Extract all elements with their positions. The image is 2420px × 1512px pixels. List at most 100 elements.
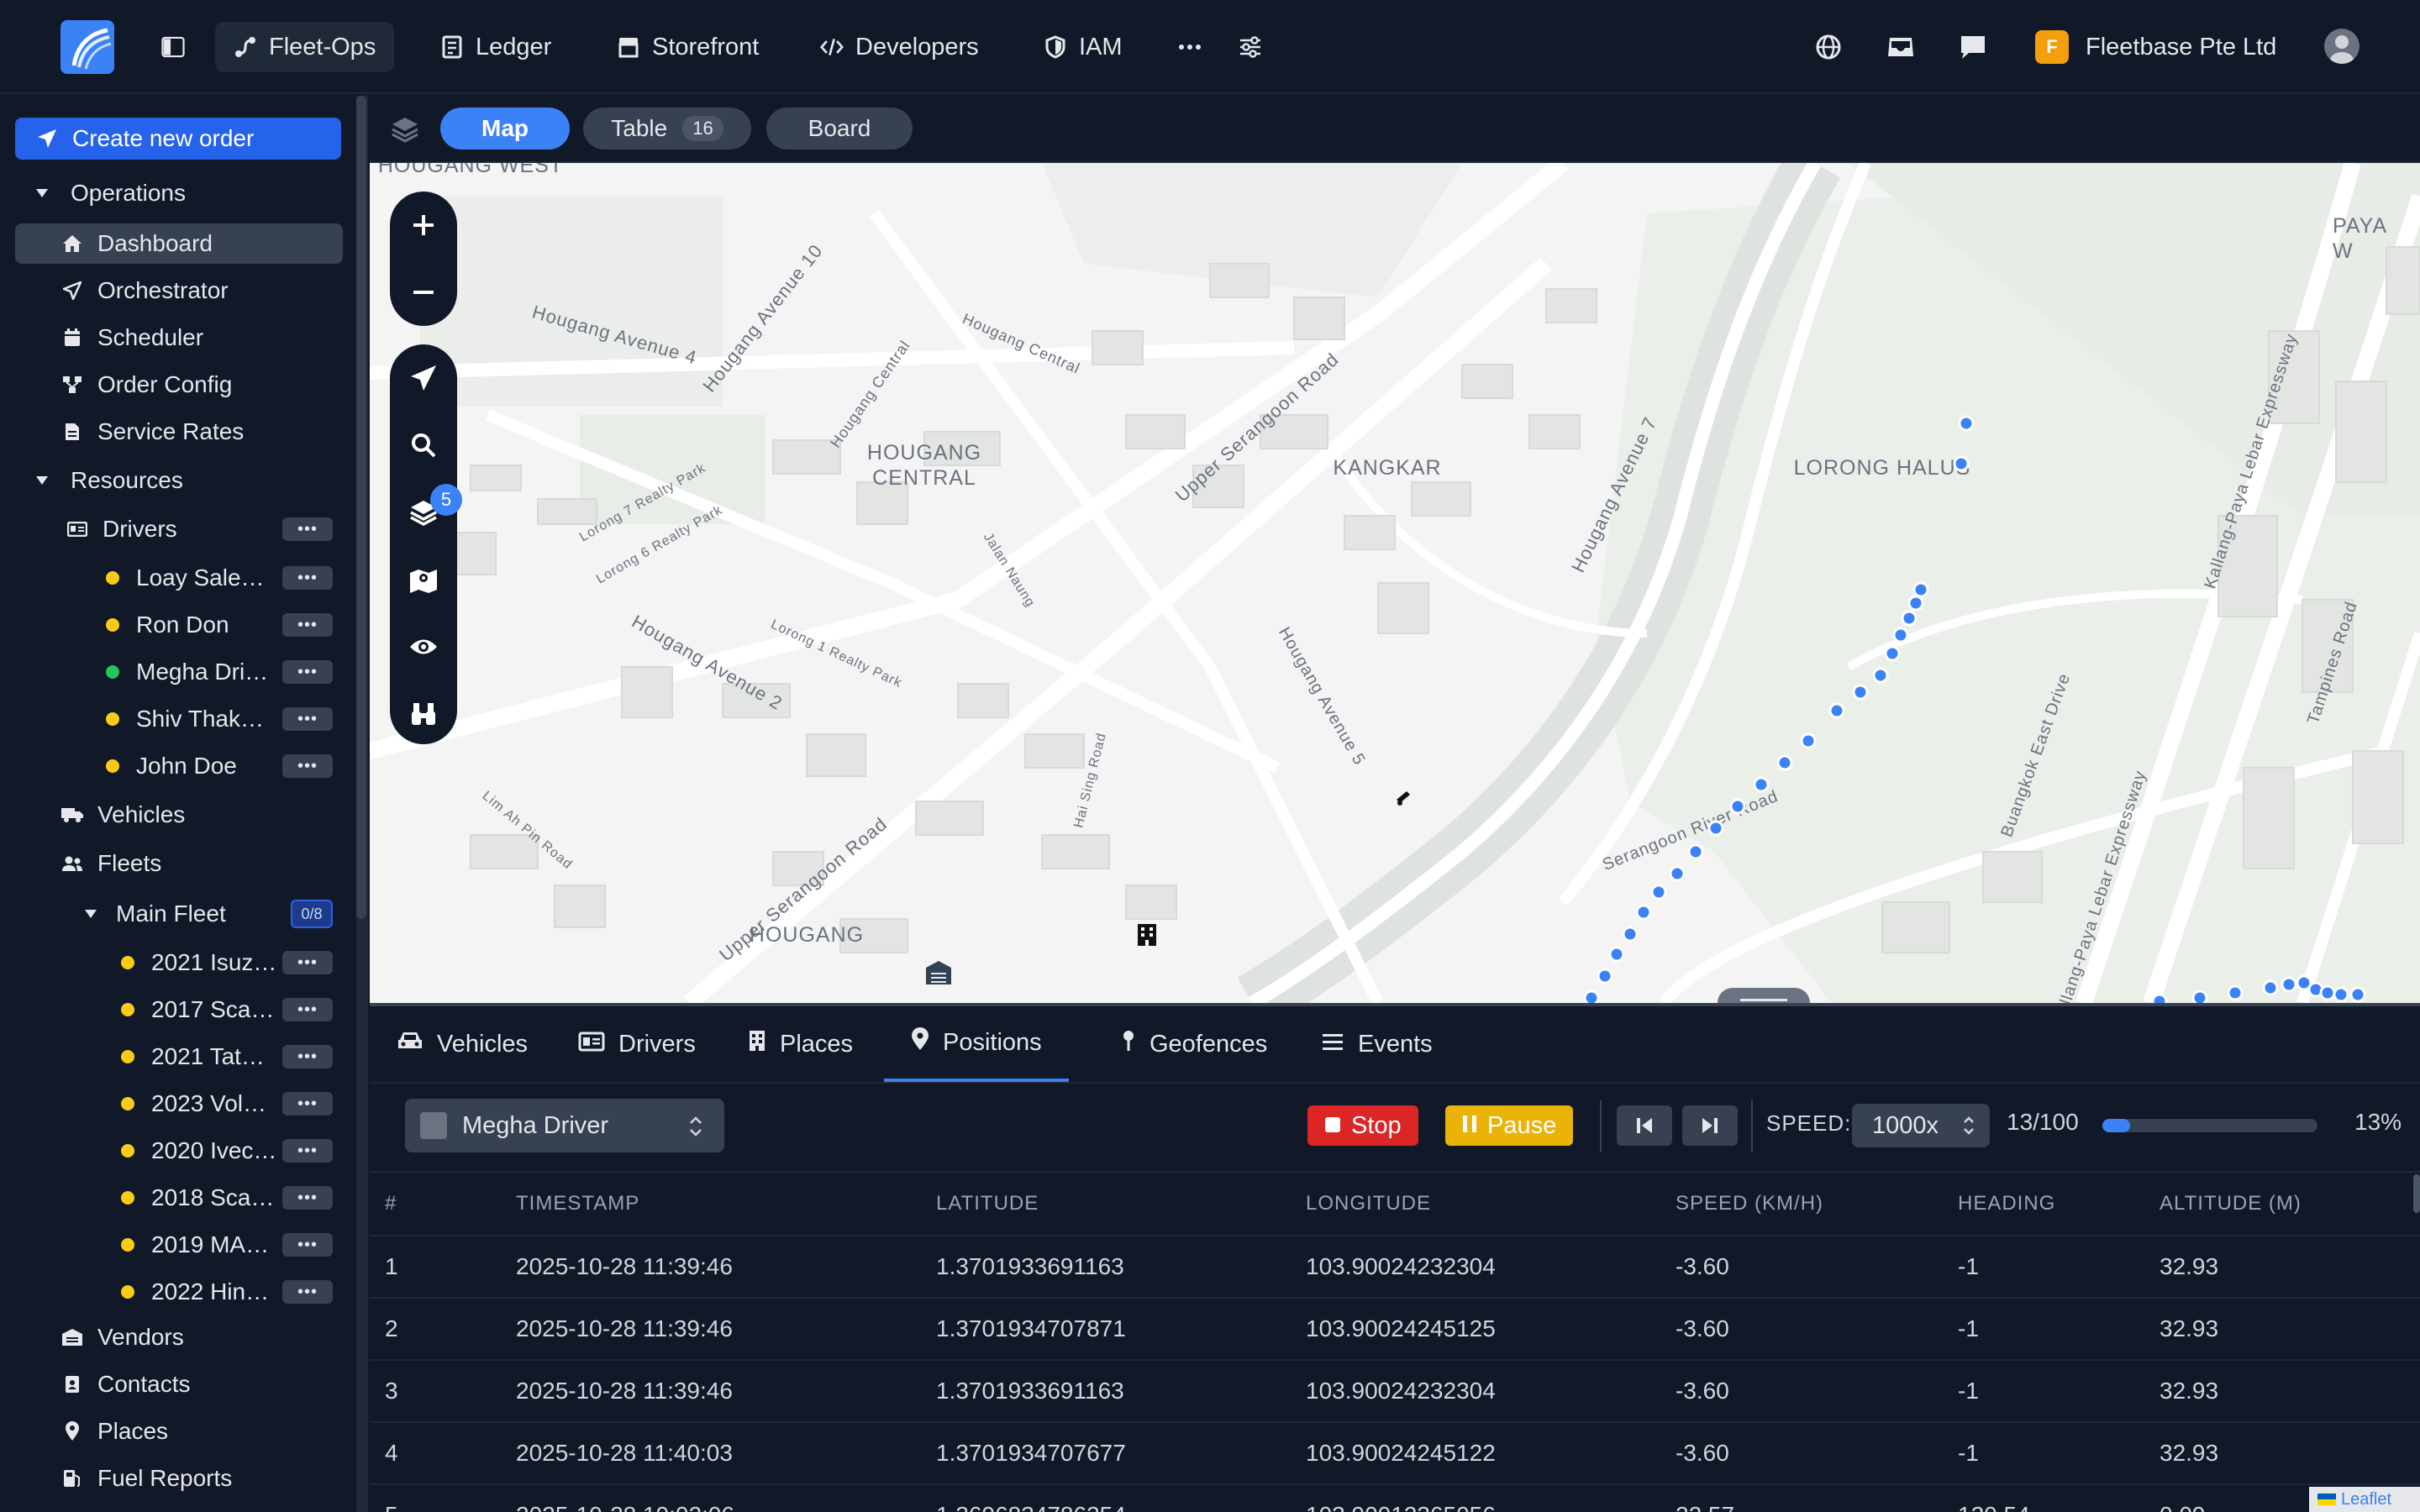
chat-icon[interactable] (1956, 30, 1990, 64)
user-avatar[interactable] (2324, 29, 2360, 64)
tab-positions[interactable]: Positions (884, 1006, 1069, 1082)
map-geofence-button[interactable] (390, 546, 457, 613)
vehicle-more-button[interactable]: ••• (282, 1045, 333, 1068)
section-operations[interactable]: Operations (15, 173, 343, 213)
table-row[interactable]: 2 2025-10-28 11:39:46 1.3701934707871 103.9… (370, 1298, 2420, 1361)
sidebar-item-vehicles[interactable]: Vehicles (15, 795, 343, 835)
driver-more-button[interactable]: ••• (282, 754, 333, 778)
position-point[interactable] (2227, 984, 2244, 1001)
position-point[interactable] (2151, 993, 2168, 1003)
layers-icon[interactable] (390, 114, 420, 144)
driver-more-button[interactable]: ••• (282, 707, 333, 731)
position-point[interactable] (2262, 979, 2279, 996)
nav-customize-button[interactable] (1228, 22, 1272, 72)
position-point[interactable] (1753, 776, 1770, 793)
speed-select[interactable]: 1000x (1852, 1104, 1990, 1147)
sidebar-scrollbar-thumb[interactable] (356, 96, 366, 919)
sidebar-item-driver[interactable]: Megha Dri… ••• (15, 652, 343, 692)
column-header[interactable]: LONGITUDE (1291, 1171, 1660, 1236)
sidebar-item-contacts[interactable]: Contacts (15, 1364, 343, 1404)
sidebar-item-fleet-vehicle[interactable]: 2018 Sca… ••• (15, 1178, 343, 1218)
position-point[interactable] (1958, 415, 1975, 432)
table-row[interactable]: 52025-10-28 19:02:061.3696834786354103.9… (370, 1484, 2420, 1512)
sidebar-item-fleet-vehicle[interactable]: 2019 MA… ••• (15, 1225, 343, 1265)
stop-button[interactable]: Stop (1307, 1105, 1418, 1146)
sidebar-item-fleet-vehicle[interactable]: 2017 Sca… ••• (15, 990, 343, 1030)
sidebar-item-drivers[interactable]: Drivers ••• (15, 509, 343, 549)
table-row[interactable]: 4 2025-10-28 11:40:03 1.3701934707677 103.9… (370, 1422, 2420, 1485)
vehicle-more-button[interactable]: ••• (282, 1280, 333, 1304)
position-point[interactable] (1729, 798, 1746, 815)
step-forward-button[interactable] (1682, 1105, 1738, 1146)
tab-places[interactable]: Places (721, 1006, 880, 1082)
column-header[interactable]: TIMESTAMP (501, 1171, 921, 1236)
pause-button[interactable]: Pause (1445, 1105, 1574, 1146)
driver-more-button[interactable]: ••• (282, 566, 333, 590)
org-avatar[interactable]: F (2035, 30, 2069, 64)
sidebar-toggle-button[interactable] (151, 22, 195, 72)
sidebar-item-dashboard[interactable]: Dashboard (15, 223, 343, 264)
zoom-out-button[interactable] (390, 259, 457, 326)
sidebar-item-driver[interactable]: Loay Sale… ••• (15, 558, 343, 598)
position-point[interactable] (1828, 702, 1845, 719)
table-row[interactable]: 3 2025-10-28 11:39:46 1.3701933691163 103.9… (370, 1360, 2420, 1423)
tab-events[interactable]: Events (1294, 1006, 1460, 1082)
nav-iam[interactable]: IAM (1025, 22, 1141, 72)
position-point[interactable] (1635, 904, 1652, 921)
column-header[interactable]: SPEED (KM/H) (1660, 1171, 1943, 1236)
column-header[interactable]: LATITUDE (921, 1171, 1291, 1236)
position-point[interactable] (2333, 986, 2349, 1003)
position-point[interactable] (2349, 986, 2366, 1003)
create-new-order-button[interactable]: Create new order (15, 118, 341, 160)
tab-drivers[interactable]: Drivers (551, 1006, 723, 1082)
step-back-button[interactable] (1617, 1105, 1672, 1146)
vehicle-more-button[interactable]: ••• (282, 951, 333, 974)
sidebar-item-fleet-vehicle[interactable]: 2022 Hin… ••• (15, 1272, 343, 1312)
sidebar-item-fleet-vehicle[interactable]: 2021 Tat… ••• (15, 1037, 343, 1077)
vehicle-more-button[interactable]: ••• (282, 998, 333, 1021)
map-visibility-button[interactable] (390, 613, 457, 680)
map-watch-button[interactable] (390, 680, 457, 748)
section-resources[interactable]: Resources (15, 460, 343, 501)
nav-fleet-ops[interactable]: Fleet-Ops (215, 22, 395, 72)
zoom-in-button[interactable] (390, 192, 457, 259)
position-point[interactable] (2319, 984, 2336, 1001)
live-map[interactable]: HOUGANG WEST HOUGANG CENTRAL KANGKAR LOR… (370, 163, 2420, 1003)
sidebar-item-places[interactable]: Places (15, 1411, 343, 1452)
driver-more-button[interactable]: ••• (282, 660, 333, 684)
sidebar-item-fuel-reports[interactable]: Fuel Reports (15, 1458, 343, 1499)
tab-geofences[interactable]: Geofences (1094, 1006, 1294, 1082)
position-point[interactable] (1669, 865, 1686, 882)
inbox-icon[interactable] (1884, 30, 1918, 64)
position-point[interactable] (1901, 610, 1918, 627)
position-point[interactable] (2191, 990, 2208, 1003)
sidebar-item-order-config[interactable]: Order Config (15, 365, 343, 405)
view-tab-table[interactable]: Table 16 (583, 108, 751, 150)
position-point[interactable] (1953, 455, 1970, 472)
building-icon[interactable] (1136, 922, 1158, 952)
sidebar-item-fleet-vehicle[interactable]: 2021 Isuz… ••• (15, 942, 343, 983)
sidebar-item-driver[interactable]: Shiv Thak… ••• (15, 699, 343, 739)
position-point[interactable] (1597, 968, 1613, 984)
sidebar-item-scheduler[interactable]: Scheduler (15, 318, 343, 358)
panel-resize-handle[interactable] (1718, 988, 1810, 1003)
position-point[interactable] (1622, 926, 1639, 942)
column-header[interactable]: HEADING (1943, 1171, 2144, 1236)
table-row[interactable]: 1 2025-10-28 11:39:46 1.3701933691163 103.9… (370, 1236, 2420, 1299)
globe-icon[interactable] (1812, 30, 1845, 64)
position-point[interactable] (1884, 645, 1901, 662)
position-point[interactable] (1852, 684, 1869, 701)
position-point[interactable] (1608, 946, 1625, 963)
map-search-button[interactable] (390, 412, 457, 479)
sidebar-item-driver[interactable]: Ron Don ••• (15, 605, 343, 645)
sidebar-item-main-fleet[interactable]: Main Fleet 0/8 (15, 894, 343, 934)
map-layers-button[interactable]: 5 (390, 479, 462, 546)
dispatch-button[interactable] (390, 344, 457, 412)
vehicle-more-button[interactable]: ••• (282, 1139, 333, 1163)
nav-ledger[interactable]: Ledger (422, 22, 570, 72)
position-point[interactable] (1912, 581, 1929, 598)
position-point[interactable] (1800, 732, 1817, 749)
driver-more-button[interactable]: ••• (282, 613, 333, 637)
warehouse-marker-icon[interactable] (924, 959, 953, 990)
position-point[interactable] (1583, 990, 1600, 1003)
